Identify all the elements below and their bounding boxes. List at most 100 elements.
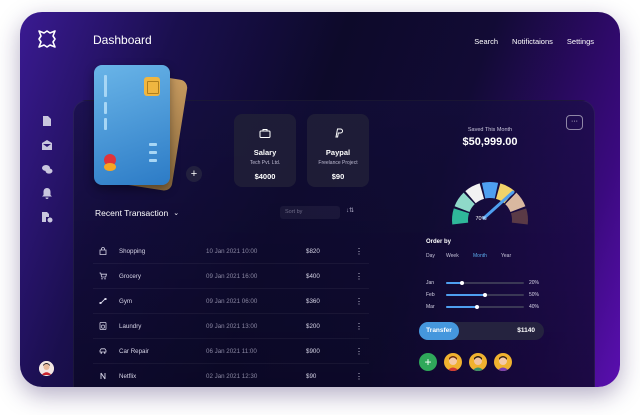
tab-week[interactable]: Week (446, 253, 459, 259)
order-bar-label: Jan (426, 280, 435, 286)
order-bar-knob[interactable] (460, 281, 464, 285)
sort-input[interactable]: Sort by (280, 206, 340, 219)
row-menu-icon[interactable]: ⋮ (355, 322, 363, 331)
transaction-row[interactable]: Laundry 09 Jan 2021 13:00 $200 ⋮ (93, 314, 369, 339)
card-stripe (104, 118, 107, 130)
transaction-name: Grocery (119, 272, 142, 280)
chevron-down-icon: ⌄ (173, 210, 180, 217)
transaction-date: 09 Jan 2021 16:00 (206, 272, 258, 280)
row-menu-icon[interactable]: ⋮ (355, 247, 363, 256)
contact-avatar[interactable] (494, 353, 512, 371)
row-menu-icon[interactable]: ⋮ (355, 272, 363, 281)
card-mark (149, 143, 157, 146)
card-stripe (104, 102, 107, 114)
order-bar-fill (446, 294, 485, 296)
account-subtitle: Freelance Project (318, 160, 358, 166)
transaction-name: Shopping (119, 247, 146, 255)
transaction-name: Netflix (119, 372, 137, 380)
order-bar-knob[interactable] (483, 293, 487, 297)
transaction-date: 02 Jan 2021 12:30 (206, 372, 258, 380)
settings-file-icon[interactable] (40, 210, 53, 223)
sort-az-icon[interactable]: ↓⇅ (346, 207, 354, 214)
account-amount: $90 (331, 172, 345, 181)
transaction-row[interactable]: Car Repair 06 Jan 2021 11:00 $900 ⋮ (93, 339, 369, 364)
transaction-row[interactable]: Shopping 10 Jan 2021 10:00 $820 ⋮ (93, 239, 369, 264)
saved-amount: $50,999.00 (462, 136, 518, 148)
order-bar-track (446, 281, 524, 285)
paypal-icon (328, 122, 349, 143)
dumbbell-icon (96, 297, 110, 305)
card-mark (149, 159, 157, 162)
briefcase-icon (255, 122, 276, 143)
order-bar-percent: 50% (528, 292, 539, 298)
account-amount: $4000 (254, 172, 276, 181)
recent-transactions-dropdown[interactable]: Recent Transaction ⌄ (95, 208, 179, 218)
car-icon (96, 347, 110, 355)
contact-avatar[interactable] (469, 353, 487, 371)
order-bar-track (446, 293, 524, 297)
more-options-button[interactable]: ··· (566, 115, 583, 130)
order-bar-label: Feb (426, 292, 435, 298)
sidebar (40, 114, 53, 223)
transfer-control[interactable]: Transfer $1140 (419, 322, 544, 340)
account-name: Salary (253, 148, 277, 157)
top-nav: Search Notifictaions Settings (474, 37, 594, 46)
savings-gauge: 70% (452, 182, 528, 225)
order-bar-label: Mar (426, 304, 435, 310)
page-title: Dashboard (93, 33, 152, 47)
transaction-amount: $820 (306, 247, 320, 255)
row-menu-icon[interactable]: ⋮ (355, 347, 363, 356)
transaction-row[interactable]: Gym 09 Jan 2021 06:00 $360 ⋮ (93, 289, 369, 314)
nav-search[interactable]: Search (474, 37, 498, 46)
nav-notifications[interactable]: Notifictaions (512, 37, 553, 46)
account-card-salary[interactable]: Salary Tech Pvt. Ltd. $4000 (234, 114, 296, 187)
dashboard-frame: Dashboard Search Notifictaions Settings (20, 12, 620, 387)
transaction-row[interactable]: Netflix 02 Jan 2021 12:30 $90 ⋮ (93, 364, 369, 387)
document-icon[interactable] (40, 114, 53, 127)
transaction-name: Gym (119, 297, 133, 305)
card-chip (144, 77, 160, 96)
tab-day[interactable]: Day (426, 253, 435, 259)
credit-card-image[interactable] (94, 65, 170, 185)
transaction-amount: $360 (306, 297, 320, 305)
transaction-name: Laundry (119, 322, 142, 330)
account-card-paypal[interactable]: Paypal Freelance Project $90 (307, 114, 369, 187)
card-mark (149, 151, 157, 154)
gauge-percent-label: 70% (475, 216, 486, 222)
order-bar-percent: 20% (528, 280, 539, 286)
order-bar-track (446, 305, 524, 309)
saved-label: Saved This Month (467, 127, 513, 133)
account-subtitle: Tech Pvt. Ltd. (249, 160, 281, 166)
transaction-date: 06 Jan 2021 11:00 (206, 347, 257, 355)
order-bar-knob[interactable] (475, 305, 479, 309)
order-bar-percent: 40% (528, 304, 539, 310)
transaction-name: Car Repair (119, 347, 149, 355)
order-bar-row: Jan 20% (426, 280, 539, 286)
add-contact-button[interactable]: + (419, 353, 437, 371)
order-title: Order by (426, 239, 452, 245)
order-bar-row: Feb 50% (426, 292, 539, 298)
gauge-segment (481, 182, 499, 199)
transaction-amount: $900 (306, 347, 320, 355)
netflix-icon (96, 372, 110, 380)
chat-icon[interactable] (40, 162, 53, 175)
transaction-row[interactable]: Grocery 09 Jan 2021 16:00 $400 ⋮ (93, 264, 369, 289)
app-logo-icon[interactable] (36, 28, 58, 50)
row-menu-icon[interactable]: ⋮ (355, 297, 363, 306)
recent-title: Recent Transaction (95, 208, 169, 218)
bell-icon[interactable] (40, 186, 53, 199)
card-stripe (104, 75, 107, 97)
transfer-button[interactable]: Transfer (419, 322, 459, 340)
nav-settings[interactable]: Settings (567, 37, 594, 46)
transaction-date: 09 Jan 2021 13:00 (206, 322, 258, 330)
row-menu-icon[interactable]: ⋮ (355, 372, 363, 381)
add-card-button[interactable]: + (186, 166, 202, 182)
tab-year[interactable]: Year (501, 253, 511, 259)
user-avatar[interactable] (39, 361, 54, 376)
order-bar-row: Mar 40% (426, 304, 539, 310)
contact-avatar[interactable] (444, 353, 462, 371)
mail-icon[interactable] (40, 138, 53, 151)
transaction-amount: $200 (306, 322, 320, 330)
order-bar-fill (446, 306, 477, 308)
tab-month[interactable]: Month (473, 253, 487, 259)
